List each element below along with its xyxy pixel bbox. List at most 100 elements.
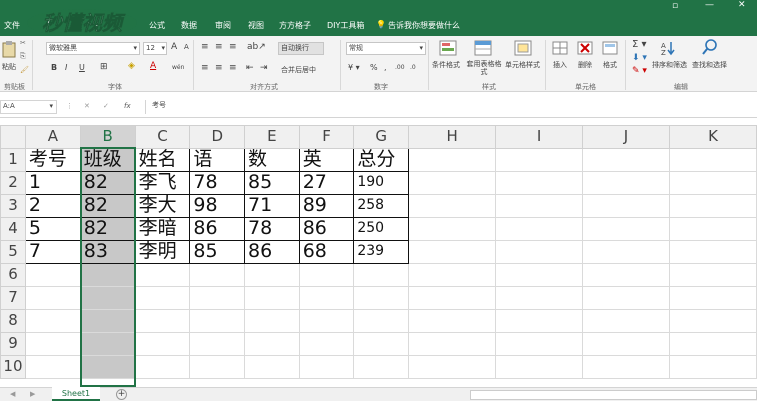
cell[interactable] [668,331,757,356]
row-header[interactable]: 9 [0,331,26,356]
cell[interactable]: 68 [298,239,355,264]
cell[interactable] [408,239,497,264]
row-header[interactable]: 5 [0,239,26,264]
decrease-decimal-icon[interactable]: .0 [410,64,416,71]
currency-icon[interactable]: ¥ ▾ [348,63,360,72]
autosum-icon[interactable]: Σ ▾ [632,39,647,50]
cell[interactable]: 71 [244,193,300,218]
border-icon[interactable]: ⊞ [100,62,108,72]
cell[interactable] [353,262,410,287]
cell[interactable] [582,331,670,356]
cell[interactable]: 2 [24,193,81,218]
tab-review[interactable]: 审阅 [215,20,231,31]
percent-button[interactable]: % [370,63,378,72]
cell[interactable] [408,170,497,195]
decrease-indent-icon[interactable]: ⇤ [246,63,254,73]
align-top-icon[interactable]: ≡ [201,42,209,52]
cell[interactable]: 李飞 [134,170,191,195]
cell[interactable] [582,308,670,333]
cell[interactable] [408,262,497,287]
clipboard-icon[interactable] [2,40,16,58]
cell[interactable] [582,216,670,241]
cell[interactable] [582,193,670,218]
cell[interactable]: 83 [79,239,136,264]
row-header[interactable]: 8 [0,308,26,333]
scroll-right-icon[interactable]: ▶ [30,390,35,398]
font-color-button[interactable]: A [150,61,156,71]
select-all-corner[interactable] [0,125,26,149]
cell[interactable]: 239 [353,239,410,264]
tell-me-search[interactable]: 告诉我你想要做什么 [388,20,460,31]
merge-center-button[interactable]: 合并后居中 [281,65,316,75]
cell[interactable]: 89 [298,193,355,218]
insert-button[interactable]: 插入 [553,60,567,70]
column-header[interactable]: D [189,125,246,149]
cell[interactable] [668,216,757,241]
table-format-icon[interactable] [474,40,492,56]
cell[interactable] [298,262,355,287]
cell[interactable] [298,285,355,310]
comma-button[interactable]: , [384,63,387,72]
cell[interactable] [495,239,584,264]
cell-styles-icon[interactable] [514,40,532,56]
cell[interactable] [353,354,410,379]
cell[interactable]: 82 [79,170,136,195]
underline-button[interactable]: U [79,63,85,72]
cell[interactable] [668,170,757,195]
cell[interactable] [24,285,81,310]
cell[interactable]: 1 [24,170,81,195]
cell[interactable] [134,354,191,379]
cell[interactable] [495,147,584,172]
format-cells-icon[interactable] [602,40,618,56]
cell[interactable] [24,354,81,379]
cell[interactable] [189,354,246,379]
cell[interactable] [495,170,584,195]
cell[interactable] [668,239,757,264]
cell[interactable] [353,308,410,333]
cell[interactable] [79,331,136,356]
cell[interactable] [582,262,670,287]
cell[interactable]: 27 [298,170,355,195]
column-header[interactable]: E [244,125,300,149]
cell[interactable]: 85 [189,239,246,264]
cell[interactable] [582,147,670,172]
cell[interactable] [582,239,670,264]
cell[interactable] [408,285,497,310]
cell[interactable] [495,262,584,287]
cell[interactable] [134,331,191,356]
delete-button[interactable]: 删除 [578,60,592,70]
cell[interactable] [495,354,584,379]
sort-filter-icon[interactable]: AZ [661,40,677,56]
phonetic-button[interactable]: wén [172,64,184,71]
row-header[interactable]: 10 [0,354,26,379]
cell[interactable]: 7 [24,239,81,264]
row-header[interactable]: 2 [0,170,26,195]
conditional-format-button[interactable]: 条件格式 [432,60,460,70]
cell[interactable] [668,285,757,310]
column-header[interactable]: H [408,125,497,149]
cell[interactable]: 190 [353,170,410,195]
cell[interactable] [582,285,670,310]
cell[interactable]: 86 [244,239,300,264]
cell[interactable] [134,285,191,310]
orientation-icon[interactable]: ab↗ [247,42,266,52]
row-header[interactable]: 1 [0,147,26,172]
tab-file[interactable]: 文件 [4,20,20,31]
cell[interactable] [244,262,300,287]
cell[interactable] [24,308,81,333]
tab-data[interactable]: 数据 [181,20,197,31]
cell[interactable]: 5 [24,216,81,241]
insert-function-button[interactable]: fx [124,102,131,110]
wrap-text-button[interactable]: 自动换行 [278,42,324,55]
tab-formulas[interactable]: 公式 [149,20,165,31]
cell[interactable] [298,308,355,333]
cell[interactable] [189,331,246,356]
row-header[interactable]: 4 [0,216,26,241]
sort-filter-button[interactable]: 排序和筛选 [652,60,687,70]
fill-icon[interactable]: ⬇ ▾ [632,53,647,63]
font-name-select[interactable]: 微软雅黑 ▾ [46,42,140,55]
cell[interactable] [668,262,757,287]
cell[interactable] [495,308,584,333]
column-header[interactable]: A [24,125,81,149]
add-sheet-button[interactable]: + [116,389,127,400]
